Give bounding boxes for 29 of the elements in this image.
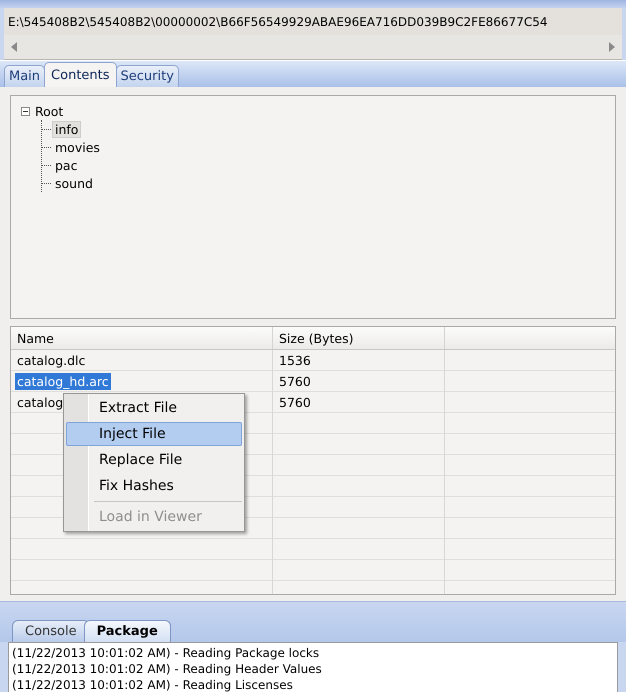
tab[interactable]: Contents [44, 62, 117, 87]
menu-item[interactable]: Replace File [66, 448, 242, 472]
log-line: (11/22/2013 10:01:02 AM) - Reading Package locks [12, 645, 320, 661]
table-cell: 5760 [279, 374, 311, 389]
tab[interactable]: Security [116, 65, 179, 87]
menu-item[interactable]: Extract File [66, 396, 242, 420]
column-header[interactable]: Size (Bytes) [273, 327, 445, 349]
tree-item[interactable]: Root [32, 102, 66, 120]
tab[interactable]: Package [84, 620, 171, 642]
scroll-right-icon[interactable] [608, 42, 616, 52]
log-line: (11/22/2013 10:01:02 AM) - Reading Header Values [12, 661, 323, 677]
menu-item[interactable]: Inject File [66, 422, 242, 446]
tree-item[interactable]: pac [52, 156, 80, 174]
column-header[interactable]: Name [11, 327, 273, 349]
table-cell: 5760 [279, 395, 311, 410]
tree-item[interactable]: info [52, 120, 82, 138]
table-cell[interactable]: catalog [17, 395, 64, 410]
horizontal-scrollbar[interactable] [4, 35, 622, 60]
scroll-left-icon[interactable] [10, 42, 18, 52]
tab[interactable]: Main [4, 65, 46, 87]
table-cell[interactable]: catalog.dlc [17, 353, 86, 368]
table-cell: 1536 [279, 353, 311, 368]
collapse-icon[interactable] [21, 106, 30, 116]
tree-item[interactable]: movies [52, 138, 103, 156]
tree-item[interactable]: sound [52, 174, 96, 192]
path-field[interactable]: E:\545408B2\545408B2\00000002\B66F56549929ABAE96EA716DD039B9C2FE86677C54 [4, 8, 622, 35]
log-line: (11/22/2013 10:01:02 AM) - Reading Liscenses [12, 677, 294, 692]
table-cell[interactable]: catalog_hd.arc [15, 373, 111, 390]
menu-item[interactable]: Fix Hashes [66, 474, 242, 498]
